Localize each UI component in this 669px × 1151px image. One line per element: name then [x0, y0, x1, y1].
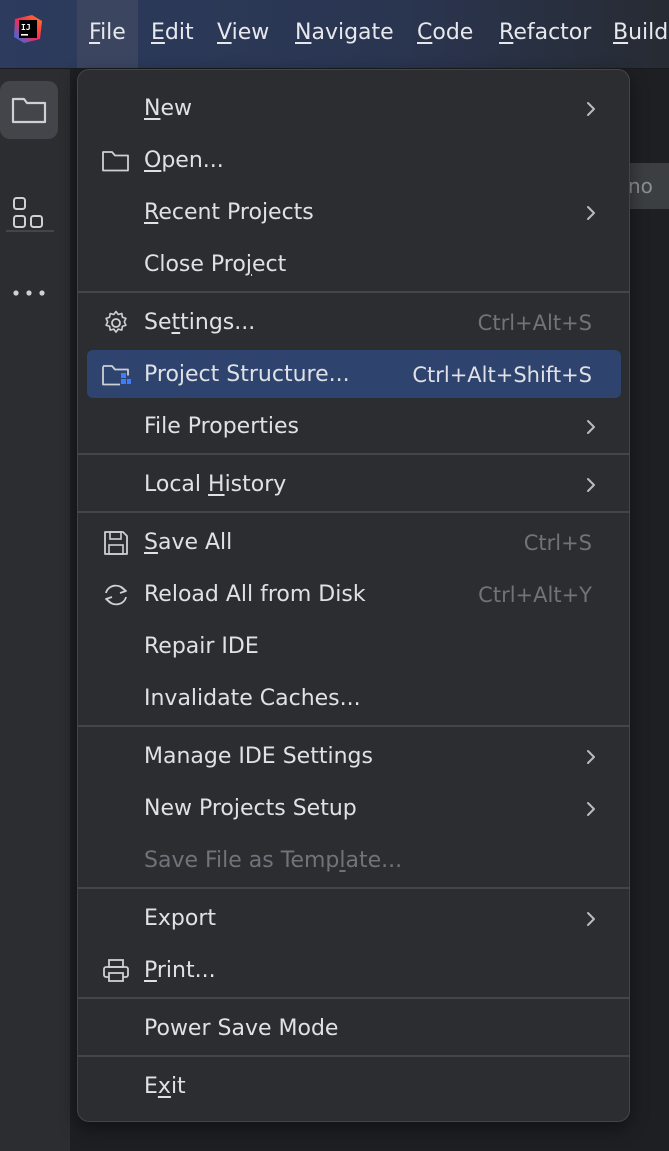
- menu-item-label: Close Project: [144, 252, 287, 277]
- menu-item-label: New Projects Setup: [144, 796, 357, 821]
- shortcut-label: Ctrl+S: [523, 531, 592, 555]
- svg-text:IJ: IJ: [21, 23, 31, 32]
- menu-item-save-all[interactable]: Save All Ctrl+S: [78, 520, 629, 572]
- menu-refactor[interactable]: Refactor: [499, 0, 591, 68]
- intellij-logo-icon[interactable]: IJ: [12, 13, 44, 45]
- menu-item-project-structure[interactable]: Project Structure... Ctrl+Alt+Shift+S: [78, 350, 629, 404]
- chevron-right-icon: [584, 418, 598, 436]
- menu-item-new[interactable]: New: [78, 86, 629, 138]
- menu-item-close-project[interactable]: Close Project: [78, 242, 629, 294]
- shortcut-label: Ctrl+Alt+S: [477, 311, 592, 335]
- menu-item-label: Export: [144, 906, 217, 931]
- menu-item-label: Local History: [144, 472, 287, 497]
- menu-code[interactable]: Code: [417, 0, 473, 68]
- more-icon: [13, 290, 45, 296]
- menu-item-label: New: [144, 96, 192, 121]
- project-structure-icon: [101, 361, 131, 389]
- menu-item-label: Save File as Template...: [144, 848, 403, 873]
- menu-item-label: Power Save Mode: [144, 1016, 339, 1041]
- menu-navigate[interactable]: Navigate: [295, 0, 394, 68]
- chevron-right-icon: [584, 476, 598, 494]
- gear-icon: [101, 309, 131, 337]
- tool-window-strip: [0, 69, 71, 1151]
- main-menu-bar: IJ File Edit View Navigate Code Refactor…: [0, 0, 669, 69]
- menu-item-power-save-mode[interactable]: Power Save Mode: [78, 1006, 629, 1058]
- chevron-right-icon: [584, 800, 598, 818]
- project-tool-button[interactable]: [0, 81, 58, 139]
- menu-item-open[interactable]: Open...: [78, 138, 629, 190]
- menu-item-label: Save All: [144, 530, 233, 555]
- menu-item-label: Open...: [144, 148, 224, 173]
- menu-item-label: Exit: [144, 1074, 186, 1099]
- menu-item-label: Manage IDE Settings: [144, 744, 373, 769]
- file-menu-dropdown: New Open... Recent Projects Close Project Se…: [77, 69, 630, 1122]
- menu-item-label: Settings...: [144, 310, 256, 335]
- chevron-right-icon: [584, 748, 598, 766]
- chevron-right-icon: [584, 910, 598, 928]
- menu-file[interactable]: File: [77, 0, 138, 68]
- menu-item-label: Recent Projects: [144, 200, 314, 225]
- shortcut-label: Ctrl+Alt+Shift+S: [412, 363, 592, 387]
- menu-view[interactable]: View: [217, 0, 269, 68]
- menu-item-settings[interactable]: Settings... Ctrl+Alt+S: [78, 300, 629, 352]
- menu-item-recent-projects[interactable]: Recent Projects: [78, 190, 629, 242]
- menu-edit[interactable]: Edit: [151, 0, 194, 68]
- structure-icon: [13, 197, 43, 228]
- menu-item-exit[interactable]: Exit: [78, 1064, 629, 1116]
- menu-item-label: Invalidate Caches...: [144, 686, 361, 711]
- menu-item-invalidate-caches[interactable]: Invalidate Caches...: [78, 676, 629, 728]
- menu-item-file-properties[interactable]: File Properties: [78, 404, 629, 456]
- menu-item-local-history[interactable]: Local History: [78, 462, 629, 514]
- menu-item-label: File Properties: [144, 414, 299, 439]
- menu-item-reload-all-from-disk[interactable]: Reload All from Disk Ctrl+Alt+Y: [78, 572, 629, 624]
- shortcut-label: Ctrl+Alt+Y: [478, 583, 592, 607]
- menu-item-repair-ide[interactable]: Repair IDE: [78, 624, 629, 676]
- menu-build[interactable]: Build: [613, 0, 668, 68]
- menu-item-label: Repair IDE: [144, 634, 259, 659]
- menu-item-new-projects-setup[interactable]: New Projects Setup: [78, 786, 629, 838]
- menu-item-print[interactable]: Print...: [78, 948, 629, 1000]
- folder-icon: [101, 147, 131, 175]
- menu-item-manage-ide-settings[interactable]: Manage IDE Settings: [78, 734, 629, 786]
- menu-item-save-file-as-template: Save File as Template...: [78, 838, 629, 890]
- save-icon: [101, 529, 131, 557]
- reload-icon: [101, 581, 131, 609]
- menu-item-label: Project Structure...: [144, 362, 350, 387]
- menu-item-label: Reload All from Disk: [144, 582, 366, 607]
- more-tools-button[interactable]: [0, 265, 58, 323]
- project-folder-icon: [11, 97, 47, 124]
- print-icon: [101, 957, 131, 985]
- chevron-right-icon: [584, 100, 598, 118]
- chevron-right-icon: [584, 204, 598, 222]
- structure-tool-button[interactable]: [0, 183, 58, 241]
- menu-item-export[interactable]: Export: [78, 896, 629, 948]
- menu-item-label: Print...: [144, 958, 216, 983]
